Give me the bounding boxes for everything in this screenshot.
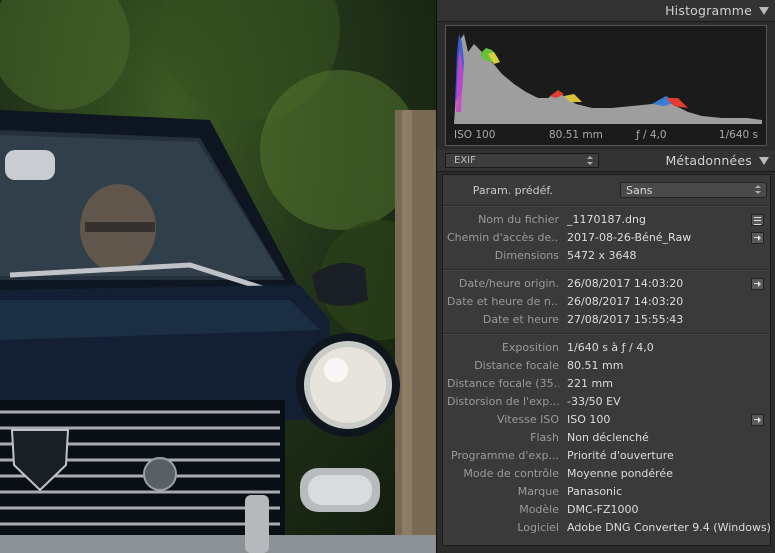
right-panel: Histogramme ISO 100 80.51 mm ƒ / 4,0 1/6… [436,0,775,553]
metadata-row: Distance focale 80.51 mm [443,357,770,375]
metadata-row: Logiciel Adobe DNG Converter 9.4 (Windows… [443,519,771,537]
histogram-header[interactable]: Histogramme [437,0,775,22]
metadata-label: Modèle [519,503,559,516]
dropdown-spinner-icon [755,184,762,195]
histogram-graph[interactable]: ISO 100 80.51 mm ƒ / 4,0 1/640 s [445,25,767,146]
metadata-row: Vitesse ISO ISO 100 [443,411,770,429]
metadata-value: 221 mm [567,377,613,390]
metadata-label: Distorsion de l'exp... [447,395,559,408]
list-icon[interactable] [751,214,764,226]
metadata-row: Modèle DMC-FZ1000 [443,501,770,519]
metadata-row: Nom du fichier _1170187.dng [443,211,770,229]
histogram-speed: 1/640 s [718,129,758,141]
metadata-row: Distance focale (35... 221 mm [443,375,770,393]
metadata-row: Programme d'exp... Priorité d'ouverture [443,447,770,465]
metadata-label: Flash [530,431,559,444]
metadata-row: Flash Non déclenché [443,429,770,447]
preset-label: Param. prédéf. [472,184,553,197]
metadata-row: Date et heure de n... 26/08/2017 14:03:20 [443,293,770,311]
metadata-label: Programme d'exp... [451,449,559,462]
histogram-gray-area [454,34,762,124]
metadata-preset-value: EXIF [454,155,476,166]
histogram-focal: 80.51 mm [549,129,603,141]
histogram-iso: ISO 100 [454,129,496,141]
collapse-triangle-icon[interactable] [759,7,769,15]
metadata-preset-dropdown[interactable]: EXIF [445,153,599,168]
metadata-label: Logiciel [517,521,559,534]
divider [443,205,770,207]
metadata-value: 2017-08-26-Béné_Raw [567,231,692,244]
metadata-row: Dimensions 5472 x 3648 [443,247,770,265]
metadata-value: Adobe DNG Converter 9.4 (Windows) [567,521,771,534]
metadata-label: Mode de contrôle [463,467,559,480]
metadata-label: Vitesse ISO [496,413,559,426]
preset-select-value: Sans [626,184,653,197]
metadata-row: Exposition 1/640 s à ƒ / 4,0 [443,339,770,357]
dropdown-spinner-icon [587,155,594,166]
metadata-row: Marque Panasonic [443,483,770,501]
metadata-row: Distorsion de l'exp... -33/50 EV [443,393,770,411]
preset-select[interactable]: Sans [620,182,767,198]
metadata-value: DMC-FZ1000 [567,503,639,516]
car-photo [0,0,436,553]
metadata-label: Distance focale [474,359,559,372]
preset-row: Param. prédéf. Sans [443,179,770,201]
metadata-label: Marque [517,485,559,498]
metadata-value: 26/08/2017 14:03:20 [567,295,684,308]
metadata-value: Moyenne pondérée [567,467,673,480]
metadata-row: Date et heure 27/08/2017 15:55:43 [443,311,770,329]
metadata-value: Non déclenché [567,431,649,444]
metadata-row: Chemin d'accès de... 2017-08-26-Béné_Raw [443,229,770,247]
metadata-value: ISO 100 [567,413,611,426]
metadata-label: Distance focale (35... [447,377,559,390]
metadata-label: Date et heure de n... [447,295,559,308]
metadata-value: 1/640 s à ƒ / 4,0 [567,341,654,354]
metadata-value: 27/08/2017 15:55:43 [567,313,684,326]
divider [443,333,770,335]
metadata-value: 5472 x 3648 [567,249,637,262]
metadata-value: -33/50 EV [567,395,621,408]
arrow-icon[interactable] [751,278,764,290]
metadata-label: Chemin d'accès de... [447,231,559,244]
histogram-aperture: ƒ / 4,0 [636,129,667,141]
collapse-triangle-icon[interactable] [759,157,769,165]
photo-preview[interactable] [0,0,436,553]
metadata-label: Date/heure origin. [458,277,559,290]
divider [443,269,770,271]
histogram-chart [454,34,762,124]
metadata-row: Mode de contrôle Moyenne pondérée [443,465,770,483]
metadata-value: Panasonic [567,485,623,498]
metadata-label: Date et heure [482,313,559,326]
metadata-label: Dimensions [494,249,559,262]
metadata-label: Nom du fichier [478,213,559,226]
metadata-header[interactable]: EXIF Métadonnées [437,150,775,172]
arrow-icon[interactable] [751,232,764,244]
metadata-value: 26/08/2017 14:03:20 [567,277,684,290]
metadata-value: _1170187.dng [567,213,646,226]
metadata-body: Param. prédéf. Sans Nom du fichier _11701… [442,174,771,546]
histogram-title: Histogramme [665,3,752,18]
metadata-value: 80.51 mm [567,359,624,372]
metadata-row: Date/heure origin. 26/08/2017 14:03:20 [443,275,770,293]
arrow-icon[interactable] [751,414,764,426]
metadata-label: Exposition [501,341,559,354]
metadata-value: Priorité d'ouverture [567,449,674,462]
metadata-title: Métadonnées [665,153,752,168]
